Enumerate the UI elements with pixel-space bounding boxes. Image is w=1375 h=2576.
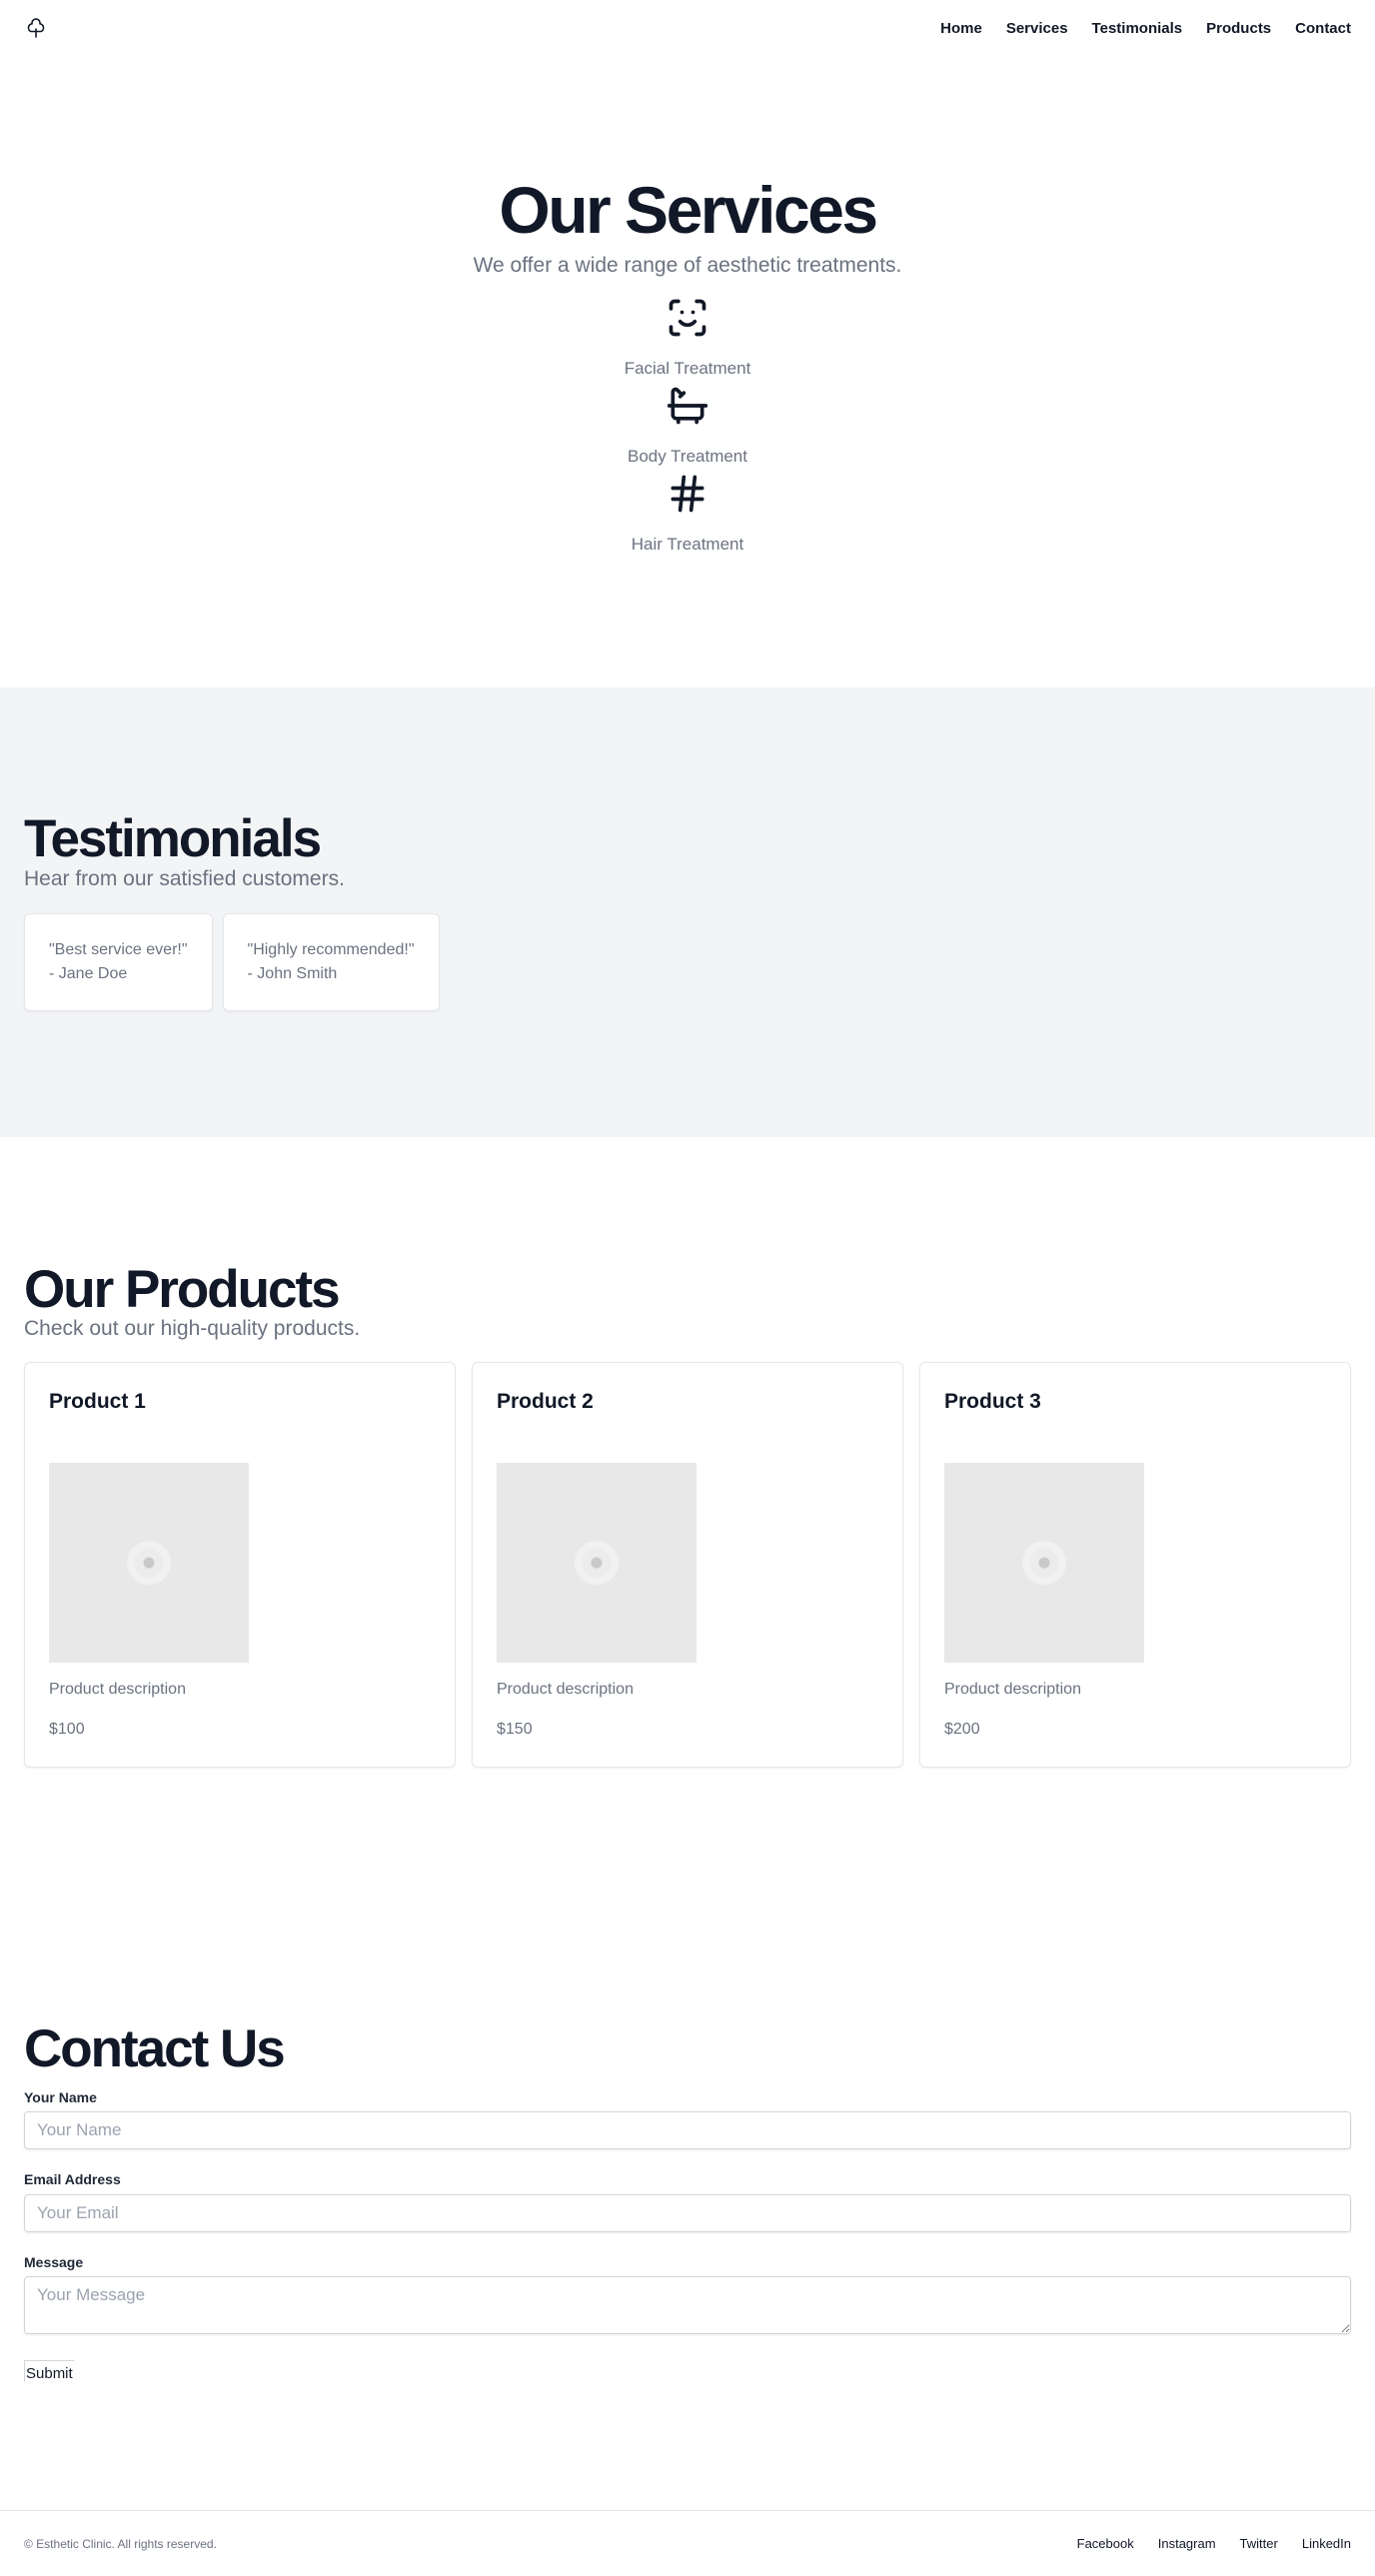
service-item-body: Body Treatment xyxy=(0,384,1375,467)
testimonials-section: Testimonials Hear from our satisfied cus… xyxy=(0,687,1375,1137)
testimonial-card: "Best service ever!" - Jane Doe xyxy=(24,913,213,1011)
product-description: Product description xyxy=(944,1681,1081,1698)
testimonials-title: Testimonials xyxy=(24,809,322,868)
cloud-icon[interactable] xyxy=(24,16,48,40)
footer-link-facebook[interactable]: Facebook xyxy=(1077,2536,1134,2551)
testimonial-quote: "Best service ever!" xyxy=(49,941,188,958)
footer-link-linkedin[interactable]: LinkedIn xyxy=(1302,2536,1351,2551)
contact-title: Contact Us xyxy=(24,2019,286,2078)
product-price: $200 xyxy=(944,1721,980,1738)
product-card[interactable]: Product 2 Product description $150 xyxy=(472,1362,903,1768)
testimonial-list: "Best service ever!" - Jane Doe "Highly … xyxy=(24,913,440,1011)
testimonial-quote: "Highly recommended!" xyxy=(247,941,415,958)
product-card[interactable]: Product 3 Product description $200 xyxy=(919,1362,1351,1768)
bathtub-icon xyxy=(666,384,709,428)
service-label: Hair Treatment xyxy=(631,535,744,554)
message-label: Message xyxy=(24,2254,84,2270)
loading-spinner-icon xyxy=(127,1541,171,1585)
product-name: Product 1 xyxy=(49,1390,146,1413)
products-section: Our Products Check out our high-quality … xyxy=(0,1137,1375,1837)
product-price: $100 xyxy=(49,1721,85,1738)
product-price: $150 xyxy=(497,1721,533,1738)
product-description: Product description xyxy=(49,1681,186,1698)
nav-services[interactable]: Services xyxy=(1006,20,1068,37)
services-title: Our Services xyxy=(499,173,878,247)
hash-icon xyxy=(666,472,709,516)
nav-products[interactable]: Products xyxy=(1206,20,1271,37)
product-name: Product 3 xyxy=(944,1390,1041,1413)
nav-contact[interactable]: Contact xyxy=(1295,20,1351,37)
footer-link-twitter[interactable]: Twitter xyxy=(1240,2536,1278,2551)
nav-testimonials[interactable]: Testimonials xyxy=(1092,20,1183,37)
email-label: Email Address xyxy=(24,2171,121,2187)
copyright-text: © Esthetic Clinic. All rights reserved. xyxy=(24,2536,217,2551)
loading-spinner-icon xyxy=(1022,1541,1066,1585)
products-title: Our Products xyxy=(24,1260,341,1319)
main-nav: Home Services Testimonials Products Cont… xyxy=(940,20,1351,37)
message-textarea[interactable] xyxy=(24,2276,1351,2334)
name-label: Your Name xyxy=(24,2089,97,2105)
testimonial-author: - Jane Doe xyxy=(49,965,128,982)
site-footer: © Esthetic Clinic. All rights reserved. … xyxy=(0,2510,1375,2576)
testimonial-card: "Highly recommended!" - John Smith xyxy=(222,913,440,1011)
nav-home[interactable]: Home xyxy=(940,20,982,37)
testimonials-subtitle: Hear from our satisfied customers. xyxy=(24,867,345,890)
products-subtitle: Check out our high-quality products. xyxy=(24,1317,361,1340)
contact-section: Contact Us Your Name Email Address Messa… xyxy=(0,1837,1375,2510)
service-label: Facial Treatment xyxy=(624,359,751,378)
product-name: Product 2 xyxy=(497,1390,594,1413)
product-image-placeholder xyxy=(497,1463,696,1663)
product-list: Product 1 Product description $100 Produ… xyxy=(24,1362,1351,1768)
service-label: Body Treatment xyxy=(627,447,747,466)
social-links: Facebook Instagram Twitter LinkedIn xyxy=(1077,2536,1351,2551)
service-item-facial: Facial Treatment xyxy=(0,296,1375,379)
testimonial-author: - John Smith xyxy=(247,965,338,982)
site-header: Home Services Testimonials Products Cont… xyxy=(0,0,1375,56)
service-item-hair: Hair Treatment xyxy=(0,472,1375,555)
services-subtitle: We offer a wide range of aesthetic treat… xyxy=(473,254,902,277)
email-input[interactable] xyxy=(24,2194,1351,2232)
submit-button[interactable]: Submit xyxy=(24,2360,74,2382)
product-image-placeholder xyxy=(944,1463,1144,1663)
product-image-placeholder xyxy=(49,1463,249,1663)
services-section: Our Services We offer a wide range of ae… xyxy=(0,56,1375,687)
footer-link-instagram[interactable]: Instagram xyxy=(1158,2536,1216,2551)
product-card[interactable]: Product 1 Product description $100 xyxy=(24,1362,456,1768)
name-input[interactable] xyxy=(24,2111,1351,2149)
loading-spinner-icon xyxy=(575,1541,619,1585)
product-description: Product description xyxy=(497,1681,634,1698)
face-scan-icon xyxy=(666,296,709,340)
